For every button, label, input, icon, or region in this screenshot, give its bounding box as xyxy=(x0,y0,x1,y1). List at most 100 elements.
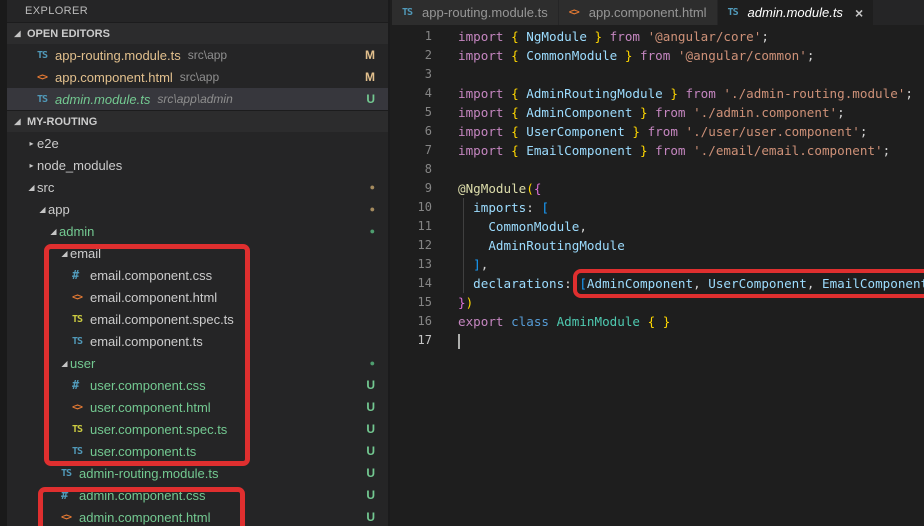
code-area[interactable]: 1 import { NgModule } from '@angular/core… xyxy=(392,25,924,526)
code-line[interactable]: 6 import { UserComponent } from './user/u… xyxy=(392,122,924,141)
code-token: ] xyxy=(458,257,481,272)
html-icon: <> xyxy=(568,7,580,18)
css-icon: # xyxy=(72,378,79,392)
code-token: from xyxy=(647,124,686,139)
tree-item-label: email.component.spec.ts xyxy=(90,311,234,327)
ts-spec-icon: TS xyxy=(72,423,83,435)
code-line[interactable]: 3 xyxy=(392,65,924,84)
git-untracked-badge: U xyxy=(366,488,375,502)
tree-item[interactable]: # admin.component.css U xyxy=(0,484,388,506)
tab-label: app-routing.module.ts xyxy=(422,5,548,20)
indent-guide xyxy=(463,198,464,293)
code-token: ; xyxy=(882,143,891,158)
close-icon[interactable]: × xyxy=(855,6,863,20)
code-token: from xyxy=(609,29,648,44)
code-token: export xyxy=(458,314,512,329)
line-number: 5 xyxy=(424,105,432,119)
chevron-expanded-icon[interactable]: ◢ xyxy=(59,359,70,368)
chevron-collapsed-icon[interactable]: ▸ xyxy=(26,161,37,170)
code-line[interactable]: 10 imports: [ xyxy=(392,198,924,217)
code-token: , xyxy=(579,219,587,234)
code-token: import xyxy=(458,86,512,101)
vscode-window: EXPLORER ◢ OPEN EDITORS TS app-routing.mo… xyxy=(0,0,924,526)
open-editor-item[interactable]: <> app.component.html src\app M xyxy=(0,66,388,88)
code-token: from xyxy=(685,86,724,101)
git-untracked-badge: U xyxy=(366,422,375,436)
chevron-expanded-icon[interactable]: ◢ xyxy=(59,249,70,258)
tree-item[interactable]: TS email.component.ts xyxy=(0,330,388,352)
tree-item[interactable]: TS user.component.ts U xyxy=(0,440,388,462)
line-number: 16 xyxy=(417,314,432,328)
code-line[interactable]: 8 xyxy=(392,160,924,179)
code-line[interactable]: 9 @NgModule({ xyxy=(392,179,924,198)
open-editor-item[interactable]: TS admin.module.ts src\app\admin U xyxy=(0,88,388,110)
chevron-expanded-icon[interactable]: ◢ xyxy=(37,205,48,214)
code-token: imports xyxy=(458,200,527,215)
tree-item-label: user xyxy=(70,355,96,371)
tree-item[interactable]: TS user.component.spec.ts U xyxy=(0,418,388,440)
code-line[interactable]: 2 import { CommonModule } from '@angular/… xyxy=(392,46,924,65)
chevron-collapsed-icon[interactable]: ▸ xyxy=(26,139,37,148)
git-untracked-badge: U xyxy=(366,400,375,414)
line-number: 15 xyxy=(417,295,432,309)
code-line[interactable]: 16 export class AdminModule { } xyxy=(392,312,924,331)
explorer-title: EXPLORER xyxy=(25,5,89,17)
tree-item[interactable]: ▸ node_modules xyxy=(0,154,388,176)
tab-app-component-html[interactable]: <> app.component.html xyxy=(558,0,717,25)
tree-item[interactable]: <> admin.component.html U xyxy=(0,506,388,526)
tree-item[interactable]: ◢ src ● xyxy=(0,176,388,198)
ts-icon: TS xyxy=(402,7,413,18)
line-number: 14 xyxy=(417,276,432,290)
tab-label: app.component.html xyxy=(588,5,707,20)
chevron-expanded-icon[interactable]: ◢ xyxy=(26,183,37,192)
code-token: AdminComponent xyxy=(526,105,640,120)
tree-item[interactable]: ◢ user ● xyxy=(0,352,388,374)
tree-item[interactable]: ▸ e2e xyxy=(0,132,388,154)
tree-item[interactable]: <> email.component.html xyxy=(0,286,388,308)
tree-item[interactable]: ◢ app ● xyxy=(0,198,388,220)
code-token: './email/email.component' xyxy=(693,143,883,158)
code-line[interactable]: 14 declarations: [AdminComponent, UserCo… xyxy=(392,274,924,293)
ts-icon: TS xyxy=(37,93,48,105)
code-token: : xyxy=(526,200,542,215)
tab-admin-module-ts[interactable]: TS admin.module.ts × xyxy=(717,0,874,25)
code-line[interactable]: 12 AdminRoutingModule xyxy=(392,236,924,255)
code-line-content: @NgModule({ xyxy=(458,179,541,198)
line-number: 1 xyxy=(424,29,432,43)
tree-item-label: app xyxy=(48,201,70,217)
code-token: ; xyxy=(905,86,913,101)
modified-children-dot-icon: ● xyxy=(369,204,375,214)
tree-item[interactable]: # email.component.css xyxy=(0,264,388,286)
line-number: 3 xyxy=(424,67,432,81)
code-line[interactable]: 7 import { EmailComponent } from './email… xyxy=(392,141,924,160)
code-line[interactable]: 5 import { AdminComponent } from './admin… xyxy=(392,103,924,122)
tree-item[interactable]: TS email.component.spec.ts xyxy=(0,308,388,330)
tree-item[interactable]: # user.component.css U xyxy=(0,374,388,396)
open-editor-item[interactable]: TS app-routing.module.ts src\app M xyxy=(0,44,388,66)
line-number: 8 xyxy=(424,162,432,176)
code-token: import xyxy=(458,29,512,44)
ts-icon: TS xyxy=(72,445,83,457)
code-line[interactable]: 4 import { AdminRoutingModule } from './a… xyxy=(392,84,924,103)
line-number: 11 xyxy=(417,219,432,233)
tree-item[interactable]: <> user.component.html U xyxy=(0,396,388,418)
my-routing-header[interactable]: ◢ MY-ROUTING xyxy=(0,110,388,132)
code-line-content: import { AdminComponent } from './admin.… xyxy=(458,103,845,122)
my-routing-header-label: MY-ROUTING xyxy=(27,115,98,128)
open-editors-header[interactable]: ◢ OPEN EDITORS xyxy=(0,22,388,44)
tree-item[interactable]: ◢ admin ● xyxy=(0,220,388,242)
code-line-content xyxy=(458,331,460,350)
tree-item[interactable]: TS admin-routing.module.ts U xyxy=(0,462,388,484)
code-line[interactable]: 1 import { NgModule } from '@angular/core… xyxy=(392,27,924,46)
git-untracked-badge: U xyxy=(366,466,375,480)
code-line-content: imports: [ xyxy=(458,198,549,217)
tab-app-routing-module-ts[interactable]: TS app-routing.module.ts xyxy=(392,0,558,25)
code-line[interactable]: 17 xyxy=(392,331,924,350)
modified-children-dot-icon: ● xyxy=(369,182,375,192)
code-token: UserComponent xyxy=(526,124,633,139)
code-line[interactable]: 11 CommonModule, xyxy=(392,217,924,236)
tree-item[interactable]: ◢ email xyxy=(0,242,388,264)
code-token: import xyxy=(458,124,512,139)
ts-icon: TS xyxy=(727,7,739,18)
chevron-expanded-icon[interactable]: ◢ xyxy=(48,227,59,236)
